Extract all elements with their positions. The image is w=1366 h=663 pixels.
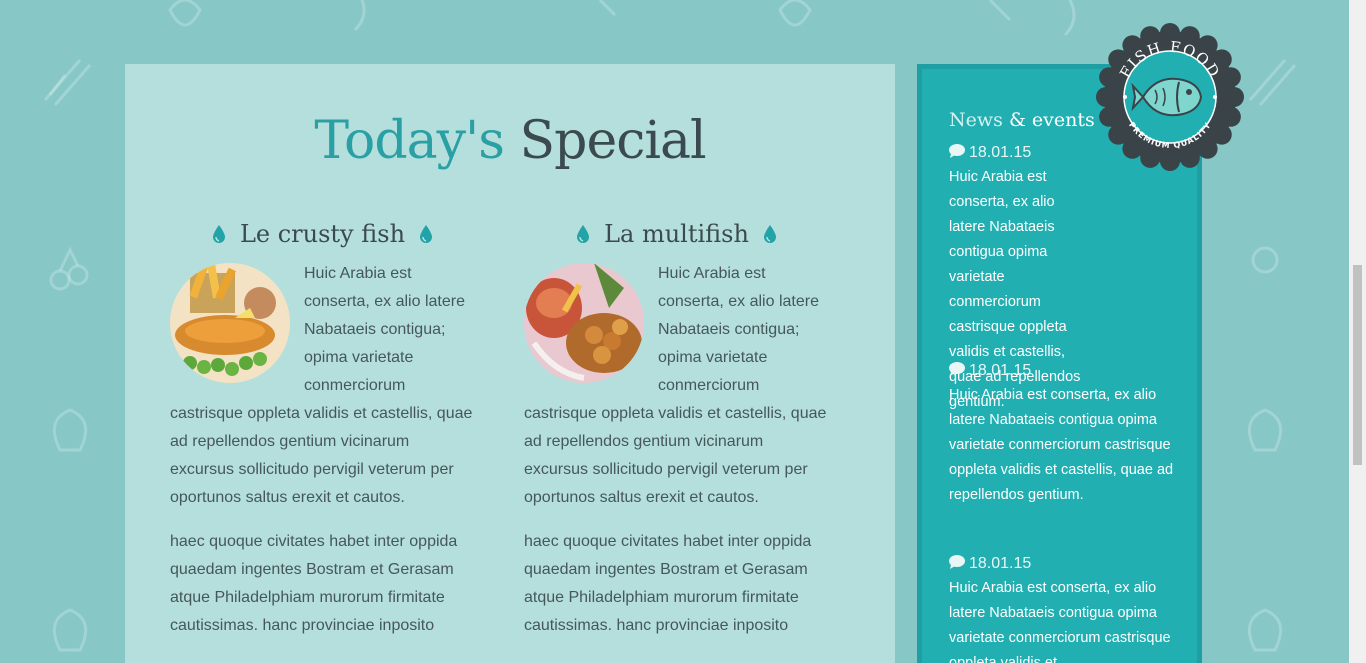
title-accent: Today's [314, 111, 505, 171]
dish-description: Huic Arabia est conserta, ex alio latere… [170, 260, 475, 640]
dish-name: Le crusty fish [239, 220, 406, 248]
dish-card: Le crusty fish Huic Arabia est conserta,… [170, 214, 475, 656]
dish-heading: Le crusty fish [170, 214, 475, 254]
fish-and-chips-image [170, 263, 290, 383]
news-title-word: News [949, 109, 1003, 131]
news-title-events: & events [1008, 109, 1095, 131]
dish-photo [524, 263, 644, 383]
dish-card: La multifish Huic Arabia est conserta, e… [524, 214, 829, 656]
dish-photo [170, 263, 290, 383]
fish-food-badge: FISH FOOD PREMIUM QUALITY [1095, 22, 1245, 172]
news-item[interactable]: 18.01.15 Huic Arabia est conserta, ex al… [949, 359, 1181, 508]
news-text: Huic Arabia est conserta, ex alio latere… [949, 387, 1174, 503]
scrollbar-thumb[interactable] [1353, 265, 1362, 465]
dish-name: La multifish [604, 220, 749, 248]
dish-paragraph: haec quoque civitates habet inter oppida… [524, 533, 812, 634]
title-rest: Special [519, 111, 707, 171]
news-date: 18.01.15 [949, 552, 1181, 576]
water-drop-icon [763, 225, 776, 243]
water-drop-icon [213, 225, 226, 243]
dish-heading: La multifish [524, 214, 829, 254]
fried-seafood-image [524, 263, 644, 383]
speech-bubble-icon [949, 555, 965, 569]
water-drop-icon [419, 225, 432, 243]
page-title: Today's Special [125, 106, 895, 176]
news-date-text: 18.01.15 [969, 555, 1032, 572]
dish-paragraph: haec quoque civitates habet inter oppida… [170, 533, 458, 634]
news-text: Huic Arabia est conserta, ex alio latere… [949, 580, 1171, 663]
news-date: 18.01.15 [949, 359, 1181, 383]
dish-description: Huic Arabia est conserta, ex alio latere… [524, 260, 829, 640]
speech-bubble-icon [949, 144, 965, 158]
news-item[interactable]: 18.01.15 Huic Arabia est conserta, ex al… [949, 552, 1181, 663]
badge-dot [1213, 95, 1217, 99]
badge-dot [1123, 95, 1127, 99]
badge-svg: FISH FOOD PREMIUM QUALITY [1096, 23, 1244, 171]
news-date-text: 18.01.15 [969, 362, 1032, 379]
water-drop-icon [577, 225, 590, 243]
news-date-text: 18.01.15 [969, 144, 1032, 161]
news-title: News & events [949, 109, 1095, 131]
speech-bubble-icon [949, 362, 965, 376]
page-scrollbar[interactable] [1349, 0, 1366, 663]
